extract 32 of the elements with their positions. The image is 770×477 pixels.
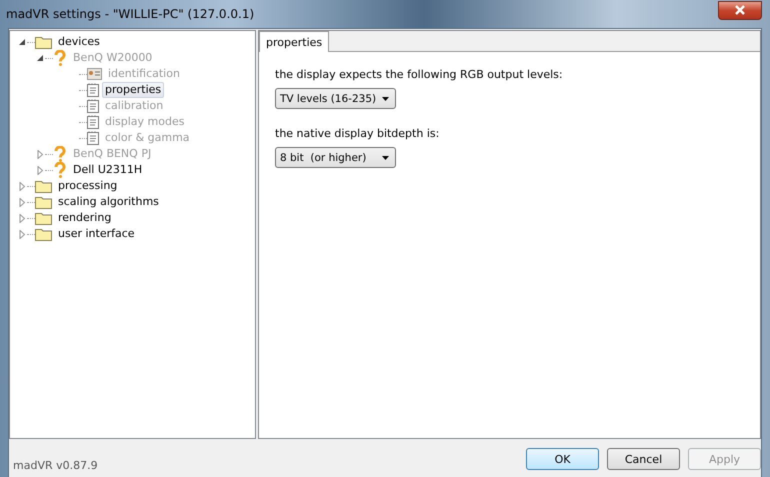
tree-item[interactable]: Dell U2311H: [70, 162, 146, 178]
tree-item[interactable]: rendering: [55, 210, 114, 226]
close-icon: [734, 5, 746, 15]
tab[interactable]: properties: [259, 31, 330, 52]
folder-icon: [35, 211, 52, 225]
page-icon: [87, 131, 99, 145]
tree-item[interactable]: processing: [55, 178, 120, 194]
setting-label: the native display bitdepth is:: [275, 127, 440, 140]
tree-item[interactable]: scaling algorithms: [55, 194, 162, 210]
question-mark-icon: [53, 146, 67, 162]
caret-icon: [382, 96, 389, 100]
version-text: madVR v0.87.9: [13, 458, 98, 472]
expander-icon[interactable]: [18, 38, 27, 46]
page-icon: [87, 115, 99, 129]
tree-item[interactable]: user interface: [55, 226, 138, 242]
folder-icon: [35, 195, 52, 209]
page-icon: [87, 99, 99, 113]
dialog-button[interactable]: Cancel: [607, 448, 680, 470]
close-button[interactable]: [718, 0, 762, 20]
question-mark-icon: [53, 50, 67, 66]
setting-label: the display expects the following RGB output levels:: [275, 68, 564, 81]
folder-icon: [35, 35, 52, 49]
folder-icon: [35, 227, 52, 241]
window-title: madVR settings - "WILLIE-PC" (127.0.0.1): [6, 7, 254, 21]
caret-icon: [382, 156, 389, 160]
folder-icon: [35, 179, 52, 193]
question-mark-icon: [53, 162, 67, 178]
dialog-button[interactable]: OK: [526, 448, 599, 470]
tree-item[interactable]: devices: [55, 34, 103, 50]
page-icon: [87, 83, 99, 97]
dropdown[interactable]: TV levels (16-235): [275, 88, 396, 109]
dropdown[interactable]: 8 bit (or higher): [275, 147, 396, 168]
